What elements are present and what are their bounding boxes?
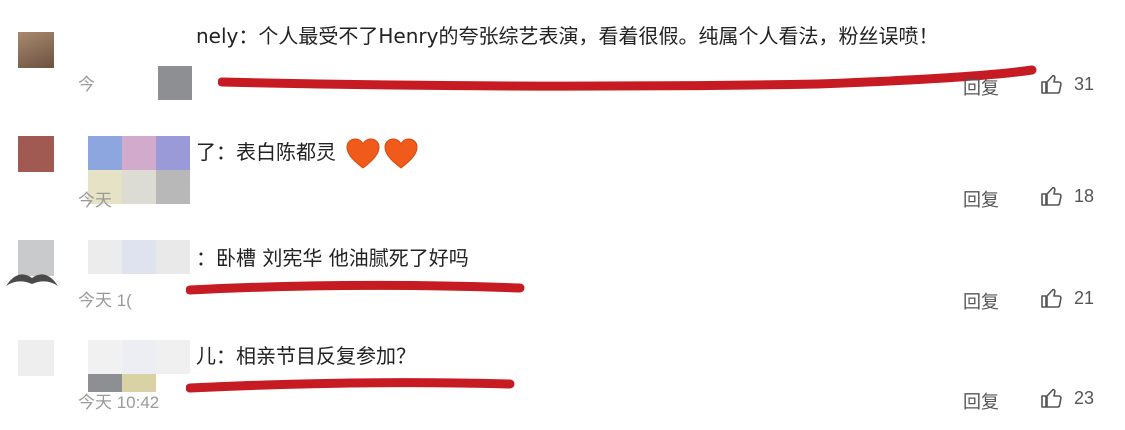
comment-time: 今天 1( xyxy=(78,291,132,310)
comment-item: nely：个人最受不了Henry的夸张综艺表演，看着很假。纯属个人看法，粉丝误喷… xyxy=(0,0,1125,106)
blurred-username-block xyxy=(122,170,156,204)
blurred-username-block xyxy=(88,340,122,374)
avatar[interactable] xyxy=(18,32,54,68)
blurred-username-block xyxy=(88,136,122,170)
like-count: 23 xyxy=(1074,387,1095,408)
blurred-username-block xyxy=(122,240,156,274)
comment-text: ：卧槽 刘宪华 他油腻死了好吗 xyxy=(196,246,469,270)
blurred-username-block xyxy=(156,136,190,170)
comment-text-row: 了：表白陈都灵 xyxy=(196,136,418,170)
like-button[interactable]: 31 xyxy=(1040,72,1094,96)
thumbs-up-icon xyxy=(1041,74,1062,94)
orange-heart-icon xyxy=(346,137,380,169)
comment-item: 了：表白陈都灵 今天 回复 18 xyxy=(0,106,1125,212)
like-count: 21 xyxy=(1074,287,1095,308)
thumbs-up-icon xyxy=(1041,186,1062,206)
blurred-username-block xyxy=(122,136,156,170)
comment-item: 儿：相亲节目反复参加？ 今天 10:42 回复 23 xyxy=(0,318,1125,424)
blurred-username-block xyxy=(156,170,190,204)
comment-time: 今 xyxy=(78,75,95,94)
thumbs-up-icon xyxy=(1041,288,1062,308)
like-button[interactable]: 18 xyxy=(1040,184,1094,208)
blurred-username-block xyxy=(122,340,156,374)
thumbs-up-icon xyxy=(1041,388,1062,408)
avatar[interactable] xyxy=(18,136,54,172)
comment-item: ：卧槽 刘宪华 他油腻死了好吗 今天 1( 回复 21 xyxy=(0,212,1125,318)
red-underline-annotation xyxy=(218,65,1037,91)
orange-heart-icon xyxy=(384,137,418,169)
blurred-username-block xyxy=(158,66,192,100)
blurred-username-block xyxy=(88,240,122,274)
comment-time: 今天 xyxy=(78,191,112,210)
blurred-username-block xyxy=(156,240,190,274)
blurred-username-block xyxy=(156,340,190,374)
like-button[interactable]: 21 xyxy=(1040,286,1094,310)
like-count: 18 xyxy=(1074,185,1095,206)
comment-time: 今天 10:42 xyxy=(78,393,160,412)
comment-text: nely：个人最受不了Henry的夸张综艺表演，看着很假。纯属个人看法，粉丝误喷… xyxy=(196,24,939,48)
reply-button[interactable]: 回复 xyxy=(963,288,999,314)
like-button[interactable]: 23 xyxy=(1040,386,1094,410)
like-count: 31 xyxy=(1074,73,1095,94)
red-underline-annotation xyxy=(186,280,525,295)
comment-text: 了：表白陈都灵 xyxy=(196,140,336,164)
avatar-bird-overlay xyxy=(6,274,58,286)
reply-button[interactable]: 回复 xyxy=(963,186,999,212)
red-underline-annotation xyxy=(186,378,515,393)
reply-button[interactable]: 回复 xyxy=(963,74,999,100)
reply-button[interactable]: 回复 xyxy=(963,388,999,414)
avatar[interactable] xyxy=(18,340,54,376)
comment-text: 儿：相亲节目反复参加？ xyxy=(196,344,416,368)
